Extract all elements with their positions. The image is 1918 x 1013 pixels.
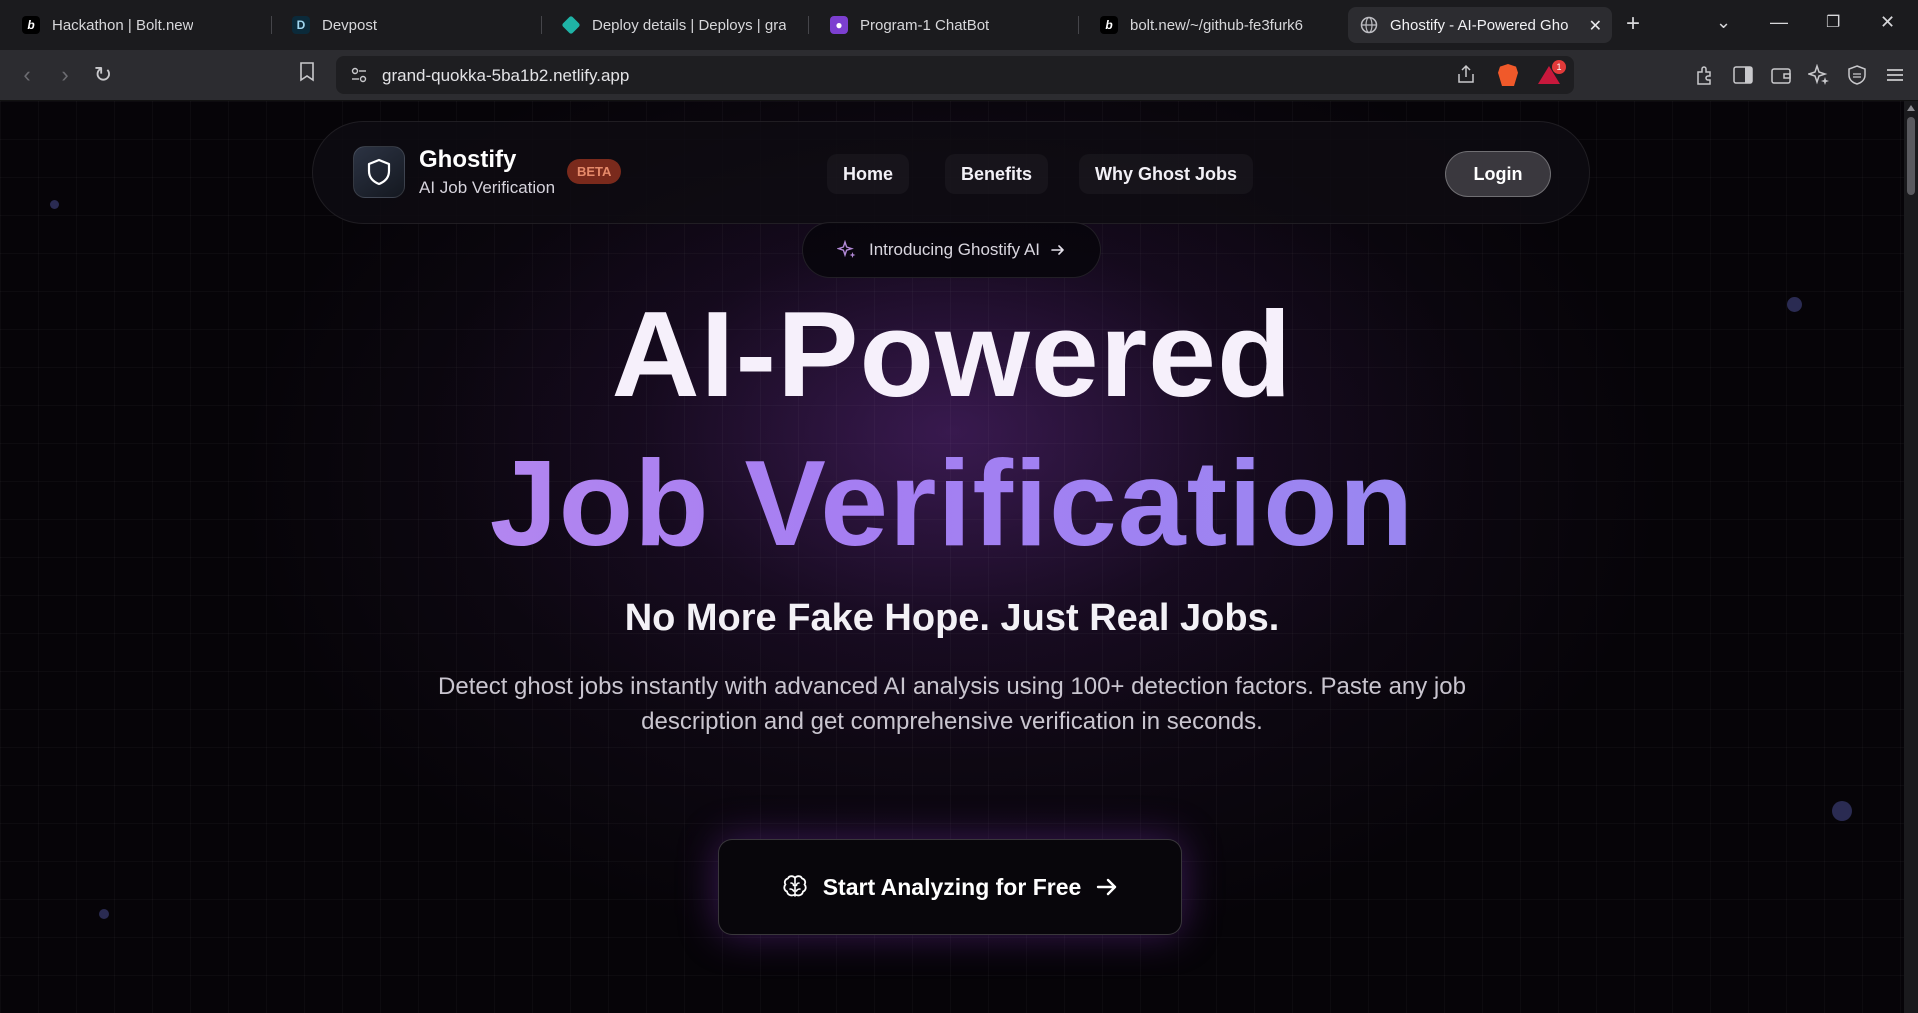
url-text: grand-quokka-5ba1b2.netlify.app [382, 66, 630, 85]
logo[interactable] [353, 146, 405, 198]
minimize-icon[interactable]: — [1770, 12, 1788, 33]
devpost-icon: D [292, 16, 310, 34]
tab-separator [808, 16, 809, 34]
intro-text: Introducing Ghostify AI [868, 240, 1041, 259]
bolt-icon: b [1100, 16, 1118, 34]
scrollbar-thumb[interactable] [1907, 117, 1915, 195]
tab-list-chevron-icon[interactable]: ⌄ [1716, 12, 1731, 33]
decor-dot [99, 909, 109, 919]
tab-strip: b Hackathon | Bolt.new D Devpost Deploy … [0, 0, 1918, 50]
sidebar-icon[interactable] [1732, 64, 1754, 86]
reload-icon[interactable]: ↻ [90, 62, 116, 88]
menu-icon[interactable] [1884, 64, 1906, 86]
tab-title: Deploy details | Deploys | grand [592, 16, 786, 34]
close-window-icon[interactable]: ✕ [1880, 12, 1895, 33]
decor-dot [50, 200, 59, 209]
tab-separator [1078, 16, 1079, 34]
tab-title: Ghostify - AI-Powered Gho [1390, 16, 1569, 34]
beta-badge: BETA [567, 159, 622, 184]
sparkles-icon [836, 240, 856, 258]
chatbot-icon: ● [830, 16, 848, 34]
tab-title: Hackathon | Bolt.new [52, 16, 194, 34]
start-analyzing-button[interactable]: Start Analyzing for Free [718, 839, 1182, 935]
globe-icon [1360, 16, 1378, 34]
tab-separator [271, 16, 272, 34]
tab-bolt-github[interactable]: b bolt.new/~/github-fe3furk6 [1088, 7, 1338, 43]
tab-title: bolt.new/~/github-fe3furk6 [1130, 16, 1304, 34]
decor-dot [1832, 801, 1852, 821]
site-navbar: Ghostify AI Job Verification BETA Home B… [312, 121, 1590, 224]
login-button[interactable]: Login [1445, 151, 1551, 197]
tab-title: Devpost [322, 16, 378, 34]
tab-hackathon[interactable]: b Hackathon | Bolt.new [10, 7, 260, 43]
page-scrollbar[interactable] [1904, 101, 1918, 1013]
share-icon[interactable] [1456, 64, 1476, 84]
hero-subtitle: No More Fake Hope. Just Real Jobs. [624, 597, 1280, 639]
tab-devpost[interactable]: D Devpost [280, 7, 530, 43]
brand-tagline: AI Job Verification [419, 178, 556, 197]
restore-icon[interactable]: ❐ [1826, 12, 1840, 32]
hero-title-line-1: AI-Powered [611, 286, 1293, 422]
back-icon[interactable]: ‹ [14, 62, 40, 88]
tab-netlify-deploy[interactable]: Deploy details | Deploys | grand [550, 7, 798, 43]
tab-chatbot[interactable]: ● Program-1 ChatBot [818, 7, 1068, 43]
vpn-shield-icon[interactable] [1846, 64, 1868, 86]
page-viewport: Ghostify AI Job Verification BETA Home B… [0, 101, 1904, 1013]
site-info-icon[interactable] [350, 66, 368, 84]
wallet-icon[interactable] [1770, 64, 1792, 86]
new-tab-icon[interactable]: + [1626, 10, 1640, 38]
bolt-icon: b [22, 16, 40, 34]
forward-icon[interactable]: › [52, 62, 78, 88]
cta-label: Start Analyzing for Free [822, 873, 1082, 900]
nav-link-home[interactable]: Home [827, 154, 910, 194]
brand-name[interactable]: Ghostify [419, 146, 516, 174]
tab-separator [541, 16, 542, 34]
address-bar[interactable]: grand-quokka-5ba1b2.netlify.app 1 [336, 56, 1574, 94]
scroll-up-arrow-icon[interactable] [1907, 105, 1915, 111]
hero-description: Detect ghost jobs instantly with advance… [438, 673, 1466, 735]
extensions-icon[interactable] [1694, 64, 1716, 86]
nav-link-benefits[interactable]: Benefits [945, 154, 1049, 194]
tab-title: Program-1 ChatBot [860, 16, 990, 34]
tab-ghostify[interactable]: Ghostify - AI-Powered Gho ✕ [1348, 7, 1612, 43]
arrow-right-icon [1097, 878, 1117, 896]
bookmark-icon[interactable] [294, 62, 320, 88]
toolbar: ‹ › ↻ grand-quokka-5ba1b2.netlify.app 1 [0, 50, 1918, 101]
brain-icon [783, 875, 807, 897]
hero-title-line-2: Job Verification [0, 433, 1904, 573]
brave-shields-icon[interactable] [1498, 64, 1518, 86]
nav-link-why-ghost-jobs[interactable]: Why Ghost Jobs [1079, 154, 1254, 194]
arrow-right-icon [1051, 245, 1064, 255]
leo-ai-icon[interactable] [1806, 63, 1830, 86]
netlify-icon [561, 15, 581, 35]
rewards-badge: 1 [1552, 60, 1566, 74]
close-tab-icon[interactable]: ✕ [1589, 16, 1602, 36]
shield-icon [367, 158, 391, 186]
intro-pill[interactable]: Introducing Ghostify AI [802, 222, 1101, 278]
